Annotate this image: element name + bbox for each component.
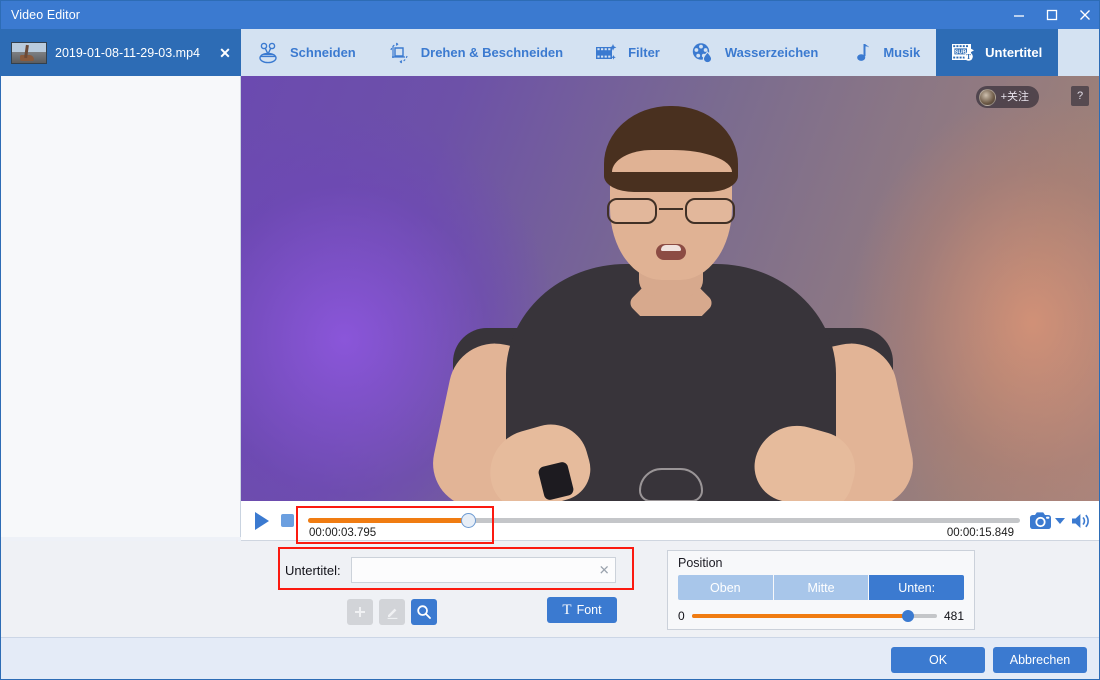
tab-musik[interactable]: Musik <box>834 29 936 76</box>
position-options: Oben Mitte Unten: <box>678 575 964 600</box>
video-subject <box>241 76 1099 501</box>
chevron-down-icon[interactable] <box>1055 517 1065 524</box>
player-controls: 00:00:03.795 00:00:15.849 <box>241 501 1099 541</box>
title-bar: Video Editor <box>1 1 1099 29</box>
follow-overlay-badge: +关注 <box>975 86 1039 108</box>
total-time-label: 00:00:15.849 <box>946 526 1014 539</box>
position-min-label: 0 <box>678 609 685 623</box>
stop-icon[interactable] <box>281 514 294 527</box>
pencil-icon[interactable] <box>379 599 405 625</box>
file-thumbnail <box>11 41 47 64</box>
file-name-label: 2019-01-08-11-29-03.mp4 <box>55 45 201 60</box>
follow-label: +关注 <box>1000 90 1029 103</box>
position-slider-row: 0 481 <box>678 609 964 623</box>
tab-untertitel[interactable]: SUB T Untertitel <box>936 29 1059 76</box>
font-t-glyph: T <box>562 601 572 618</box>
top-bar: 2019-01-08-11-29-03.mp4 ✕ Schneiden Dreh… <box>1 29 1099 76</box>
position-option-unten[interactable]: Unten: <box>869 575 964 600</box>
seek-handle[interactable] <box>461 512 477 528</box>
position-max-label: 481 <box>943 609 964 623</box>
left-panel <box>1 76 241 537</box>
position-slider-handle[interactable] <box>901 610 914 622</box>
camera-icon[interactable] <box>1028 510 1054 532</box>
tab-label: Wasserzeichen <box>724 45 819 60</box>
minimize-icon[interactable] <box>1002 1 1035 29</box>
rotate-crop-icon <box>386 40 412 66</box>
position-option-mitte[interactable]: Mitte <box>773 575 870 600</box>
music-note-icon <box>848 40 874 66</box>
position-option-oben[interactable]: Oben <box>678 575 774 600</box>
seek-fill <box>308 517 469 523</box>
tab-label: Drehen & Beschneiden <box>420 45 564 60</box>
subtitle-icon: SUB T <box>950 40 976 66</box>
font-button[interactable]: T Font <box>547 597 617 623</box>
position-slider-fill <box>691 614 908 618</box>
tab-schneiden[interactable]: Schneiden <box>241 29 372 76</box>
tab-wasserzeichen[interactable]: Wasserzeichen <box>676 29 834 76</box>
video-preview[interactable]: +关注 ? <box>241 76 1099 501</box>
search-icon[interactable] <box>411 599 437 625</box>
avatar <box>978 88 996 106</box>
play-icon[interactable] <box>251 510 273 532</box>
editor-tabs: Schneiden Drehen & Beschneiden Filter Wa… <box>241 29 1099 76</box>
tab-label: Filter <box>628 45 660 60</box>
cancel-button[interactable]: Abbrechen <box>993 647 1087 673</box>
tab-filter[interactable]: Filter <box>579 29 676 76</box>
subtitle-tools <box>347 599 437 625</box>
ok-button[interactable]: OK <box>891 647 985 673</box>
plus-icon[interactable] <box>347 599 373 625</box>
subtitle-settings-panel: Untertitel: ✕ T Font Position Oben Mitte… <box>1 541 1099 637</box>
svg-text:T: T <box>966 53 971 61</box>
close-icon[interactable] <box>1068 1 1099 29</box>
help-overlay-badge: ? <box>1071 86 1089 106</box>
filmstrip-sparkle-icon <box>593 40 619 66</box>
font-button-label: Font <box>576 603 602 617</box>
seek-bar[interactable]: 00:00:03.795 00:00:15.849 <box>308 501 1020 541</box>
subtitle-input[interactable] <box>351 558 615 582</box>
file-tab[interactable]: 2019-01-08-11-29-03.mp4 ✕ <box>1 29 241 76</box>
current-time-label: 00:00:03.795 <box>309 526 377 539</box>
watermark-droplet-icon <box>690 40 716 66</box>
tab-label: Musik <box>883 45 921 60</box>
subtitle-label: Untertitel: <box>285 562 341 578</box>
tab-label: Schneiden <box>290 45 356 60</box>
speaker-icon[interactable] <box>1069 510 1093 532</box>
window-title: Video Editor <box>11 8 81 22</box>
video-frame-image <box>241 76 1099 501</box>
subtitle-input-wrapper[interactable]: ✕ <box>350 557 616 583</box>
window-controls <box>1002 1 1099 29</box>
svg-text:SUB: SUB <box>955 49 967 55</box>
tab-label: Untertitel <box>985 45 1043 60</box>
scissors-icon <box>255 40 281 66</box>
dialog-footer: OK Abbrechen <box>1 637 1099 679</box>
clear-x-icon[interactable]: ✕ <box>599 564 610 577</box>
position-panel: Position Oben Mitte Unten: 0 481 <box>667 550 975 630</box>
subtitle-row: Untertitel: ✕ <box>285 557 616 583</box>
position-slider[interactable] <box>691 609 937 623</box>
video-editor-window: Video Editor 2019-01-08-11-29-03.mp4 ✕ S… <box>0 0 1100 680</box>
tab-drehen-beschneiden[interactable]: Drehen & Beschneiden <box>372 29 579 76</box>
position-title: Position <box>678 556 723 570</box>
maximize-icon[interactable] <box>1035 1 1068 29</box>
file-tab-close-icon[interactable]: ✕ <box>217 46 233 60</box>
